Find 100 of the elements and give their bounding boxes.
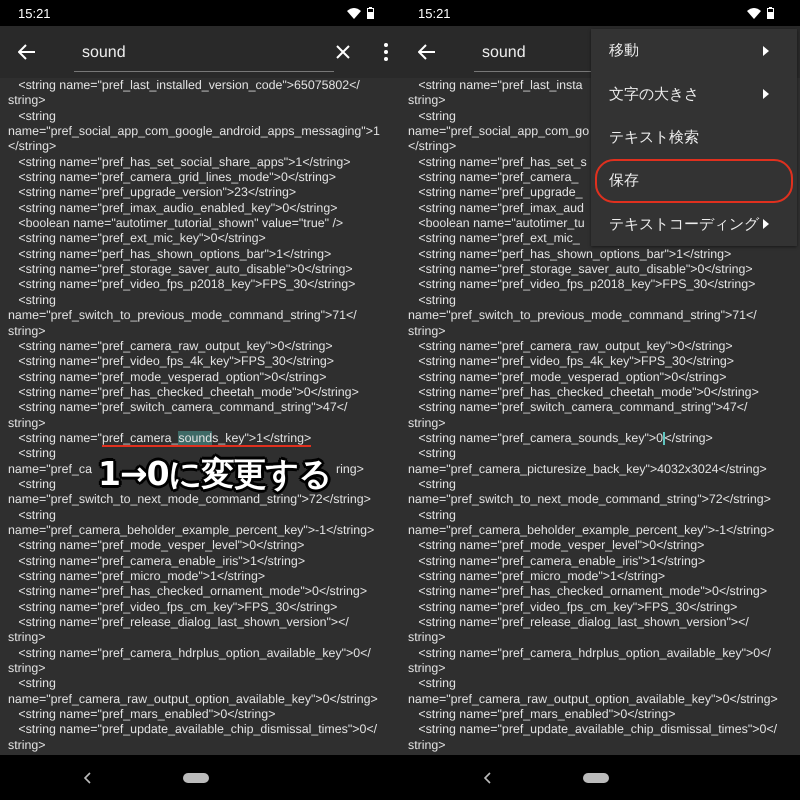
code-line: <string name="pref_upgrade_ <box>417 185 583 201</box>
code-line: <string name="pref_last_insta <box>417 78 583 94</box>
code-line: <string <box>417 292 456 308</box>
code-line: string> <box>408 324 446 339</box>
code-fragment: ring> <box>336 462 364 476</box>
code-line: <string name="pref_update_available_chip_dismissal_times">0</ <box>417 722 778 738</box>
code-line: <string name="pref_mars_enabled">0</string> <box>417 707 676 722</box>
code-line: <string name="pref_has_checked_cheetah_mode">0</string> <box>17 384 359 400</box>
code-line: <string name="pref_last_installed_version_code">65075802</ <box>17 78 360 94</box>
code-line: string> <box>408 630 446 646</box>
code-line: string> <box>408 93 446 109</box>
code-line: <string name="pref_imax_aud <box>417 200 584 216</box>
code-line: <string name="pref_mode_vesperad_option">0</string> <box>417 370 726 385</box>
code-line: <string name="pref_video_fps_cm_key">FPS_30</string> <box>17 600 338 616</box>
code-line: </string> <box>8 139 56 155</box>
code-line: <string name="pref_storage_saver_auto_disable">0</string> <box>417 262 753 278</box>
code-line: <string name="pref_ext_mic_ <box>417 231 580 247</box>
back-icon[interactable] <box>84 772 92 784</box>
back-icon[interactable] <box>484 772 492 784</box>
menu-item[interactable]: テキストコーディング <box>595 202 793 246</box>
code-line: <string name="pref_ext_mic_key">0</string> <box>17 231 266 247</box>
code-line: <string name="pref_switch_camera_command_string">47</ <box>417 400 748 416</box>
code-line: <string name="pref_mode_vesper_level">0</string> <box>17 538 304 554</box>
code-line: string> <box>408 738 446 754</box>
code-line: string> <box>8 630 46 646</box>
code-line: string> <box>8 93 46 109</box>
code-line: <string name="pref_mars_enabled">0</string> <box>17 707 276 722</box>
code-line: name="pref_switch_to_next_mode_command_string">72</string> <box>408 492 771 508</box>
close-icon[interactable] <box>336 45 350 59</box>
code-line: name="pref_camera_raw_output_option_available_key">0</string> <box>8 692 378 708</box>
code-line: <string <box>17 476 56 492</box>
menu-item[interactable]: テキスト検索 <box>595 116 793 160</box>
code-line: string> <box>8 416 46 431</box>
code-line: <string name="pref_camera_hdrplus_option_available_key">0</ <box>17 646 371 662</box>
code-line: <string name="pref_upgrade_version">23</string> <box>17 185 296 201</box>
code-line: <string <box>417 108 456 124</box>
battery-icon <box>367 7 374 19</box>
code-line: name="pref_camera_raw_output_option_available_key">0</string> <box>408 692 778 708</box>
menu-item[interactable]: 移動 <box>595 29 793 72</box>
code-line: <string name="pref_has_set_s <box>417 154 587 170</box>
code-line: <string <box>417 446 456 462</box>
code-line: name="pref_social_app_com_google_android_apps_messaging">1 <box>8 124 380 140</box>
code-line: </string> <box>408 139 456 155</box>
code-line: name="pref_switch_to_previous_mode_command_string">71</ <box>408 308 757 324</box>
status-time: 15:21 <box>18 6 51 20</box>
code-line: <string name="pref_camera_enable_iris">1</string> <box>17 554 306 569</box>
code-line: <string <box>417 676 456 692</box>
code-line: <string <box>417 508 456 523</box>
battery-icon <box>767 7 774 19</box>
code-line: <string name="pref_storage_saver_auto_disable">0</string> <box>17 262 353 278</box>
annotation-caption: 1→0に変更する <box>98 455 332 493</box>
code-line: <string <box>417 476 456 492</box>
caret-icon <box>763 89 769 100</box>
code-line: <string name="pref_camera_raw_output_key">0</string> <box>417 338 733 354</box>
code-line: name="pref_social_app_com_go <box>408 124 590 140</box>
menu-item[interactable]: 保存 <box>595 159 793 203</box>
code-line: <string name="pref_camera_enable_iris">1</string> <box>417 554 706 569</box>
code-line: <string <box>17 508 56 523</box>
code-line: <string name="pref_has_checked_ornament_mode">0</string> <box>417 584 768 600</box>
code-line: <string <box>17 108 56 124</box>
code-line: <string name="pref_switch_camera_command_string">47</ <box>17 400 348 416</box>
status-time: 15:21 <box>418 6 451 20</box>
code-line: <string name="pref_micro_mode">1</string> <box>17 569 266 584</box>
code-line: <string name="pref_video_fps_p2018_key">FPS_30</string> <box>417 277 756 293</box>
wifi-icon <box>747 8 761 18</box>
code-fragment: name="pref_ca <box>8 462 92 476</box>
menu-item[interactable]: 文字の大きさ <box>595 72 793 116</box>
code-line: <string name="perf_has_shown_options_bar">1</string> <box>417 246 732 262</box>
code-line: <string name="pref_release_dialog_last_shown_version"></ <box>17 615 349 630</box>
search-field[interactable]: sound <box>74 38 334 72</box>
code-line: string> <box>8 661 46 676</box>
more-icon[interactable] <box>384 43 388 61</box>
code-line: <string name="pref_video_fps_cm_key">FPS_30</string> <box>417 600 738 616</box>
code-line: <string name="pref_micro_mode">1</string> <box>417 569 666 584</box>
code-line: <string <box>17 446 56 462</box>
code-line: string> <box>8 738 46 754</box>
code-line: name="pref_camera_picturesize_back_key">4032x3024</string> <box>408 462 767 477</box>
code-line: <string name="pref_mode_vesper_level">0</string> <box>417 538 704 554</box>
code-line: <string name="pref_video_fps_4k_key">FPS_30</string> <box>17 354 334 370</box>
caret-icon <box>763 46 769 56</box>
code-line: <boolean name="autotimer_tutorial_shown" value="true" /> <box>17 216 344 232</box>
code-line: <string <box>17 292 56 308</box>
code-line: <string name="pref_camera_ <box>417 170 578 186</box>
caret-icon <box>763 219 769 230</box>
code-line: <string name="pref_has_checked_ornament_mode">0</string> <box>17 584 368 600</box>
code-line: <string name="pref_mode_vesperad_option">0</string> <box>17 370 326 385</box>
code-line: <string name="pref_update_available_chip_dismissal_times">0</ <box>17 722 378 738</box>
wifi-icon <box>347 8 361 18</box>
home-handle[interactable] <box>583 772 609 782</box>
home-handle[interactable] <box>183 772 209 782</box>
code-line: name="pref_camera_beholder_example_percent_key">-1</string> <box>8 522 374 538</box>
code-line: <string name="pref_has_checked_cheetah_mode">0</string> <box>417 384 759 400</box>
code-line: <string name="pref_imax_audio_enabled_key">0</string> <box>17 200 338 216</box>
code-line: name="pref_switch_to_previous_mode_command_string">71</ <box>8 308 357 324</box>
code-line: <string name="pref_release_dialog_last_shown_version"></ <box>417 615 749 630</box>
code-line: <string name="pref_camera_hdrplus_option_available_key">0</ <box>417 646 771 662</box>
code-line: string> <box>8 324 46 339</box>
code-line: <boolean name="autotimer_tu <box>417 216 585 232</box>
code-line: <string name="pref_video_fps_4k_key">FPS_30</string> <box>417 354 734 370</box>
code-line: <string name="pref_has_set_social_share_apps">1</string> <box>17 154 351 170</box>
